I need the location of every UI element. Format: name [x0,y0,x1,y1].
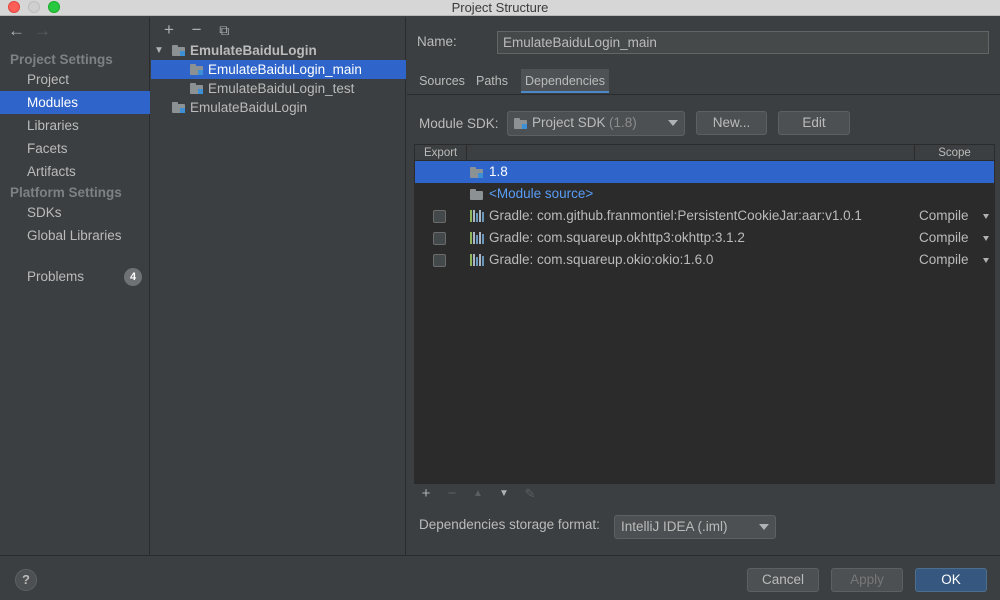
module-sdk-label: Module SDK: [419,116,499,131]
forward-arrow-icon[interactable]: → [34,21,60,41]
module-source-icon [470,189,483,200]
remove-dependency-icon[interactable]: − [442,484,462,504]
nav-arrows: ← → [8,21,60,41]
column-header-export[interactable]: Export [415,145,467,161]
table-row[interactable]: <Module source> [415,183,994,205]
sidebar-item-problems-label: Problems [27,269,85,284]
dependency-name: 1.8 [489,164,508,179]
cancel-button[interactable]: Cancel [747,568,819,592]
apply-button[interactable]: Apply [831,568,903,592]
module-name-field[interactable]: EmulateBaiduLogin_main [497,31,989,54]
module-tree-panel: + − ⧉ ▼ EmulateBaiduLogin EmulateBaiduLo… [151,17,406,555]
module-sdk-combo[interactable]: Project SDK (1.8) [507,111,685,136]
sdk-folder-icon [514,118,527,129]
sdk-folder-icon [470,167,483,178]
dependency-name: <Module source> [489,186,594,201]
tree-node-module[interactable]: EmulateBaiduLogin [151,98,406,117]
column-header-name[interactable] [467,145,915,161]
move-up-icon[interactable]: ▲ [468,484,488,504]
module-folder-icon [190,83,203,94]
remove-icon[interactable]: − [185,19,209,41]
module-folder-icon [172,45,185,56]
sidebar: ← → Project Settings Project Modules Libr… [0,17,150,555]
module-folder-icon [190,64,203,75]
library-icon [470,232,484,244]
back-arrow-icon[interactable]: ← [8,21,34,41]
tree-node-main[interactable]: EmulateBaiduLogin_main [151,60,406,79]
table-row[interactable]: Gradle: com.squareup.okio:okio:1.6.0 Com… [415,249,994,271]
sidebar-item-problems[interactable]: Problems 4 [0,265,150,288]
tree-node-label: EmulateBaiduLogin [190,43,317,58]
library-icon [470,210,484,222]
copy-icon[interactable]: ⧉ [212,19,236,41]
sdk-combo-version: (1.8) [609,115,637,130]
platform-settings-heading: Platform Settings [10,185,122,200]
tab-sources[interactable]: Sources [417,69,467,93]
tree-node-label: EmulateBaiduLogin_test [208,81,355,96]
tree-node-label: EmulateBaiduLogin_main [208,62,362,77]
chevron-down-icon[interactable] [983,236,989,241]
tab-paths[interactable]: Paths [467,69,517,93]
tab-divider [407,94,1000,95]
library-icon [470,254,484,266]
sidebar-item-artifacts[interactable]: Artifacts [0,160,150,183]
column-header-scope[interactable]: Scope [915,145,994,161]
edit-sdk-button[interactable]: Edit [778,111,850,135]
export-checkbox[interactable] [433,254,446,267]
tab-dependencies[interactable]: Dependencies [521,69,609,93]
dependency-name: Gradle: com.squareup.okio:okio:1.6.0 [489,252,714,267]
tree-toolbar: + − ⧉ [157,19,236,41]
dialog-footer: ? Cancel Apply OK [0,555,1000,600]
storage-format-combo[interactable]: IntelliJ IDEA (.iml) [614,515,776,539]
project-settings-heading: Project Settings [10,52,113,67]
scope-value[interactable]: Compile [919,205,969,227]
sidebar-item-libraries[interactable]: Libraries [0,114,150,137]
chevron-down-icon[interactable] [983,214,989,219]
dependency-name: Gradle: com.github.franmontiel:Persisten… [489,208,862,223]
table-toolbar: + − ▲ ▼ ✎ [414,483,995,505]
name-label: Name: [417,34,457,49]
tree-node-label: EmulateBaiduLogin [190,100,308,115]
sidebar-item-project[interactable]: Project [0,68,150,91]
edit-pencil-icon[interactable]: ✎ [520,484,540,504]
export-checkbox[interactable] [433,210,446,223]
problems-count-badge: 4 [124,268,142,286]
window-title: Project Structure [451,0,549,15]
ok-button[interactable]: OK [915,568,987,592]
storage-format-label: Dependencies storage format: [419,517,600,532]
tree-node-test[interactable]: EmulateBaiduLogin_test [151,79,406,98]
module-settings-panel: Name: EmulateBaiduLogin_main Sources Pat… [407,17,1000,555]
tree-node-root[interactable]: ▼ EmulateBaiduLogin [151,41,406,60]
sdk-combo-value: Project SDK [532,115,606,130]
title-bar: Project Structure [0,0,1000,16]
chevron-down-icon [759,524,769,530]
sidebar-item-global-libraries[interactable]: Global Libraries [0,224,150,247]
move-down-icon[interactable]: ▼ [494,484,514,504]
table-row[interactable]: Gradle: com.github.franmontiel:Persisten… [415,205,994,227]
help-icon[interactable]: ? [15,569,37,591]
sidebar-item-modules[interactable]: Modules [0,91,150,114]
new-sdk-button[interactable]: New... [696,111,767,135]
module-folder-icon [172,102,185,113]
sidebar-item-facets[interactable]: Facets [0,137,150,160]
scope-value[interactable]: Compile [919,227,969,249]
dependency-name: Gradle: com.squareup.okhttp3:okhttp:3.1.… [489,230,745,245]
chevron-down-icon [668,120,678,126]
dependencies-table: Export Scope 1.8 <Module source> Gradle:… [414,144,995,501]
table-row[interactable]: 1.8 [415,161,994,183]
add-icon[interactable]: + [157,19,181,41]
expand-arrow-icon[interactable]: ▼ [154,41,164,60]
storage-format-value: IntelliJ IDEA (.iml) [621,519,728,534]
table-row[interactable]: Gradle: com.squareup.okhttp3:okhttp:3.1.… [415,227,994,249]
chevron-down-icon[interactable] [983,258,989,263]
add-dependency-icon[interactable]: + [416,484,436,504]
export-checkbox[interactable] [433,232,446,245]
scope-value[interactable]: Compile [919,249,969,271]
sidebar-item-sdks[interactable]: SDKs [0,201,150,224]
